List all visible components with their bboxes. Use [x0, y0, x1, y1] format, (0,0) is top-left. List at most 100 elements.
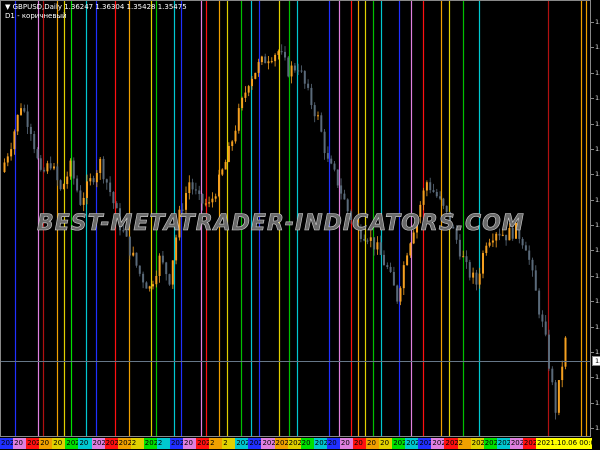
date-label: 2021. [313, 438, 327, 449]
bear-candle [373, 237, 376, 250]
bull-candle [82, 197, 85, 205]
bull-candle [290, 65, 293, 77]
bull-candle [254, 72, 257, 79]
bear-candle [284, 51, 286, 58]
bull-candle [211, 198, 214, 203]
bear-candle [191, 182, 194, 190]
bull-candle [234, 130, 237, 142]
bear-candle [521, 238, 524, 246]
bull-candle [204, 203, 207, 205]
bear-candle [39, 158, 42, 170]
bear-candle [541, 314, 544, 322]
price-tick [591, 402, 594, 404]
date-label: 2021 [431, 438, 445, 449]
date-label: 2021. [26, 438, 40, 449]
bull-candle [409, 243, 412, 256]
bull-candle [376, 242, 379, 250]
date-label: 20 [339, 438, 353, 449]
price-tick [591, 377, 594, 379]
date-label: 202 [470, 438, 484, 449]
bull-candle [557, 380, 560, 413]
bear-candle [392, 271, 395, 286]
price-tick [591, 199, 594, 201]
bull-candle [274, 54, 277, 62]
bear-candle [49, 163, 52, 169]
price-label: 1.40380 [595, 119, 600, 128]
date-label: 20 [39, 438, 53, 449]
chart-header: ▼ GBPUSD,Daily 1.36247 1.36304 1.35428 1… [5, 3, 187, 21]
bear-candle [109, 182, 112, 193]
current-price-label: 1.35475 [592, 356, 600, 366]
bear-candle [194, 189, 197, 191]
bear-candle [201, 193, 204, 204]
bear-candle [379, 242, 382, 255]
bull-candle [221, 169, 224, 175]
bear-candle [79, 190, 82, 205]
bear-candle [264, 56, 267, 64]
date-label: 20 [183, 438, 197, 449]
bear-candle [396, 285, 399, 302]
bear-candle [333, 163, 336, 170]
price-tick [591, 123, 594, 125]
date-label: 2021.0 [0, 438, 14, 449]
bull-candle [20, 108, 22, 115]
date-label: 2021.10.06 00:00 [536, 438, 592, 449]
bull-candle [267, 61, 270, 64]
price-chart[interactable]: ▼ GBPUSD,Daily 1.36247 1.36304 1.35428 1… [0, 0, 591, 437]
bear-candle [198, 190, 201, 194]
bear-candle [320, 115, 323, 132]
date-label: 20 [326, 438, 340, 449]
bear-candle [366, 240, 369, 242]
bull-candle [561, 366, 564, 381]
bull-candle [158, 255, 161, 276]
bear-candle [386, 265, 389, 267]
bull-candle [6, 156, 9, 163]
bull-candle [132, 252, 135, 256]
bull-candle [317, 115, 319, 117]
bull-candle [425, 182, 428, 191]
bull-candle [188, 182, 191, 194]
bear-candle [76, 178, 79, 191]
date-label: 2 [209, 438, 223, 449]
bear-candle [293, 65, 296, 71]
bear-candle [346, 199, 349, 212]
bear-candle [112, 192, 115, 204]
bull-candle [237, 108, 240, 131]
bull-candle [241, 97, 244, 109]
date-label: 2021 [143, 438, 157, 449]
price-label: 1.39330 [595, 170, 600, 179]
time-axis[interactable]: 2021.0202021.20202021.202021.20212021.02… [0, 438, 600, 450]
price-tick [591, 225, 594, 226]
price-tick [591, 174, 594, 176]
price-tick [591, 148, 594, 150]
bear-candle [531, 259, 534, 271]
bear-candle [280, 51, 283, 53]
bear-candle [524, 245, 527, 251]
bear-candle [313, 105, 316, 117]
bull-candle [69, 160, 72, 177]
price-tick [591, 428, 594, 429]
bear-candle [29, 126, 32, 134]
bear-candle [142, 273, 145, 283]
bear-candle [168, 274, 171, 285]
bull-candle [402, 265, 405, 289]
bull-candle [270, 61, 273, 63]
price-tick [591, 47, 594, 49]
bull-candle [89, 178, 92, 182]
bear-candle [287, 57, 290, 77]
bull-candle [488, 242, 491, 246]
bull-candle [491, 240, 494, 243]
price-label: 1.38280 [595, 221, 600, 229]
bear-candle [72, 160, 75, 179]
date-label: 2021 [104, 438, 118, 449]
bear-candle [307, 83, 310, 88]
bull-candle [478, 273, 481, 285]
bear-candle [330, 158, 333, 164]
date-label: 20 [352, 438, 367, 449]
date-label: 202 [196, 438, 210, 449]
collapse-triangle-icon[interactable]: ▼ [5, 3, 10, 11]
price-tick [591, 250, 594, 252]
bear-candle [92, 178, 95, 183]
date-label: 2021. [274, 438, 288, 449]
bull-candle [62, 184, 65, 190]
